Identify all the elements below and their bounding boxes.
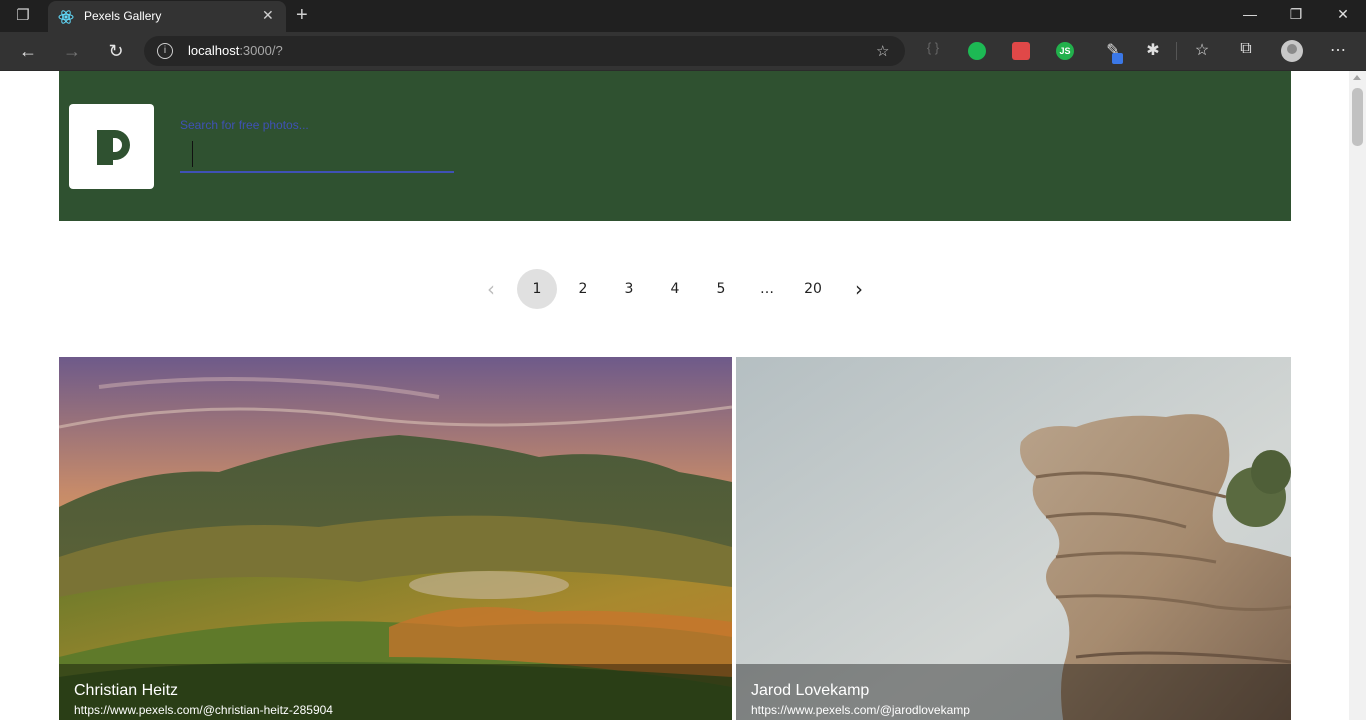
toolbar: ← → ↻ i localhost:3000/? ☆ { } JS ✎ ✱ ☆ … [0, 32, 1366, 71]
url-text: localhost:3000/? [188, 43, 283, 58]
tab-strip: ❐ Pexels Gallery ✕ + — ❐ ✕ [0, 0, 1366, 32]
text-caret [192, 141, 193, 167]
photo-caption: Christian Heitz https://www.pexels.com/@… [59, 664, 732, 720]
close-icon[interactable]: ✕ [262, 7, 274, 24]
restore-icon[interactable]: ❐ [1286, 6, 1306, 23]
page: Search for free photos... ‹ 1 2 3 4 5 … … [0, 71, 1366, 720]
spotify-ext-icon[interactable] [968, 42, 986, 60]
photographer-name: Jarod Lovekamp [751, 682, 870, 699]
extensions-icon[interactable]: ✱ [1142, 40, 1164, 60]
page-button-20[interactable]: 20 [793, 269, 833, 309]
profile-icon[interactable] [1281, 40, 1303, 62]
page-button-3[interactable]: 3 [609, 269, 649, 309]
previous-page-icon[interactable]: ‹ [471, 269, 511, 309]
photo-card[interactable]: Christian Heitz https://www.pexels.com/@… [59, 357, 732, 720]
tab-title: Pexels Gallery [84, 9, 162, 23]
pexels-logo-icon [97, 130, 130, 165]
toolbar-separator [1176, 42, 1177, 60]
collections-icon[interactable]: ⧉ [1235, 40, 1257, 58]
js-ext-icon[interactable]: JS [1056, 42, 1074, 60]
more-icon[interactable]: ⋯ [1327, 40, 1349, 60]
new-tab-icon[interactable]: + [296, 4, 308, 27]
photo-card[interactable]: Jarod Lovekamp https://www.pexels.com/@j… [736, 357, 1291, 720]
back-icon[interactable]: ← [16, 40, 40, 62]
next-page-icon[interactable]: › [839, 269, 879, 309]
search-input[interactable] [180, 137, 454, 173]
minimize-icon[interactable]: — [1240, 6, 1260, 22]
scroll-thumb[interactable] [1352, 88, 1363, 146]
pexels-logo[interactable] [69, 104, 154, 189]
favorites-icon[interactable]: ☆ [1191, 40, 1213, 60]
search-label: Search for free photos... [180, 118, 309, 132]
address-bar[interactable]: i localhost:3000/? ☆ [144, 36, 905, 66]
page-button-5[interactable]: 5 [701, 269, 741, 309]
window-close-icon[interactable]: ✕ [1333, 6, 1353, 23]
photographer-url[interactable]: https://www.pexels.com/@christian-heitz-… [74, 703, 333, 717]
refresh-icon[interactable]: ↻ [104, 40, 128, 62]
page-button-1[interactable]: 1 [517, 269, 557, 309]
color-swatch [1112, 53, 1123, 64]
info-icon[interactable]: i [157, 43, 173, 59]
page-ellipsis: … [760, 281, 774, 297]
tab-pexels-gallery[interactable]: Pexels Gallery ✕ [48, 1, 286, 32]
add-favorite-icon[interactable]: ☆ [876, 42, 889, 60]
page-button-4[interactable]: 4 [655, 269, 695, 309]
json-ext-icon[interactable]: { } [922, 40, 944, 55]
react-favicon-icon [58, 10, 74, 24]
forward-icon[interactable]: → [60, 40, 84, 62]
scroll-up-icon[interactable] [1353, 75, 1361, 80]
bug-ext-icon[interactable] [1012, 42, 1030, 60]
photographer-name: Christian Heitz [74, 682, 179, 699]
photographer-url[interactable]: https://www.pexels.com/@jarodlovekamp [751, 703, 970, 717]
pagination: ‹ 1 2 3 4 5 … 20 › [0, 269, 1366, 309]
tab-actions-icon[interactable]: ❐ [12, 6, 34, 26]
page-button-2[interactable]: 2 [563, 269, 603, 309]
photo-caption: Jarod Lovekamp https://www.pexels.com/@j… [736, 664, 1291, 720]
app-header: Search for free photos... [59, 71, 1291, 221]
page-scrollbar[interactable] [1349, 71, 1366, 720]
